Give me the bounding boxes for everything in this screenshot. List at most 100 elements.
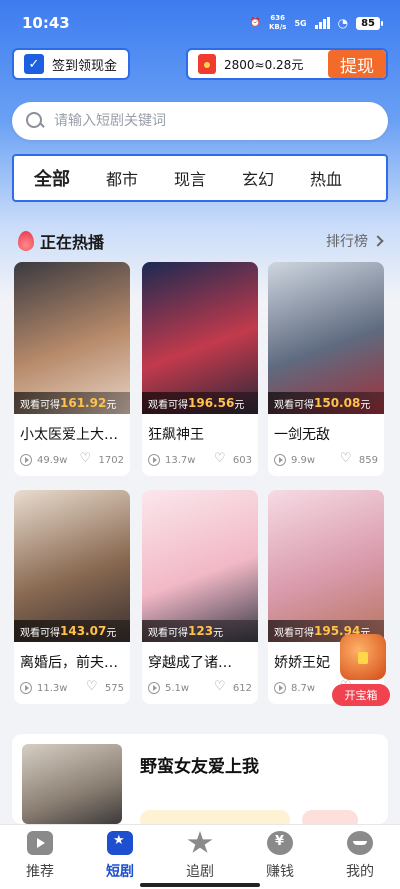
nav-earn[interactable]: 赚钱 — [240, 825, 320, 889]
earn-tag: 观看可得 161.92 元 — [14, 392, 130, 414]
nav-following[interactable]: 追剧 — [160, 825, 240, 889]
play-count-icon — [20, 682, 32, 694]
search-bar[interactable] — [12, 102, 388, 140]
like-icon — [80, 451, 94, 466]
like-count: 603 — [232, 454, 252, 466]
drama-card[interactable]: 观看可得123元 穿越成了诸… 5.1w 612 — [142, 490, 258, 704]
play-count-icon — [148, 682, 160, 694]
like-count: 1702 — [98, 454, 124, 466]
nav-short-drama[interactable]: 短剧 — [80, 825, 160, 889]
star-icon — [187, 831, 213, 853]
drama-card[interactable]: 观看可得150.08元 一剑无敌 9.9w 859 — [268, 262, 384, 476]
top-actions: ✓ 签到领现金 2800≈0.28元 提现 — [12, 48, 388, 80]
status-icons: ⏰ 636 KB/s 5G ◔ 85 — [249, 14, 383, 32]
view-count: 9.9w — [291, 454, 316, 466]
play-count-icon — [20, 454, 32, 466]
bottom-nav: 推荐 短剧 追剧 赚钱 我的 — [0, 824, 400, 889]
profile-icon — [347, 831, 373, 855]
view-count: 11.3w — [37, 682, 68, 694]
category-tabs: 全部 都市 现言 玄幻 热血 — [12, 154, 388, 202]
withdraw-button[interactable]: 提现 — [328, 50, 386, 78]
drama-stats: 9.9w 859 — [268, 444, 384, 466]
drama-card[interactable]: 观看可得143.07元 离婚后，前夫… 11.3w 575 — [14, 490, 130, 704]
earn-tag: 观看可得 196.56 元 — [142, 392, 258, 414]
view-count: 13.7w — [165, 454, 196, 466]
drama-poster: 观看可得 195.94 元 — [268, 490, 384, 642]
treasure-chest-icon — [340, 634, 386, 680]
tab-all[interactable]: 全部 — [34, 165, 70, 191]
checkin-button[interactable]: ✓ 签到领现金 — [12, 48, 130, 80]
featured-drama-card[interactable]: 野蛮女友爱上我 — [12, 734, 388, 824]
wifi-icon: ◔ — [337, 16, 349, 30]
search-input[interactable] — [54, 113, 354, 129]
like-icon — [214, 679, 228, 694]
drama-badge-icon — [107, 831, 133, 855]
view-count: 5.1w — [165, 682, 190, 694]
red-packet-icon — [198, 54, 216, 74]
earn-tag: 观看可得 143.07 元 — [14, 620, 130, 642]
play-count-icon — [274, 454, 286, 466]
tab-urban[interactable]: 都市 — [106, 166, 138, 190]
like-count: 859 — [358, 454, 378, 466]
treasure-chest-button[interactable]: 开宝箱 — [332, 634, 392, 708]
ranking-link[interactable]: 排行榜 — [326, 231, 384, 251]
search-icon — [26, 112, 44, 130]
like-icon — [214, 451, 228, 466]
drama-stats: 49.9w 1702 — [14, 444, 130, 466]
battery-icon: 85 — [356, 16, 383, 30]
featured-tag — [140, 810, 290, 824]
play-count-icon — [148, 454, 160, 466]
drama-title: 狂飙神王 — [148, 427, 204, 443]
like-icon — [86, 679, 100, 694]
drama-title: 穿越成了诸… — [148, 655, 232, 671]
nav-profile[interactable]: 我的 — [320, 825, 400, 889]
like-count: 612 — [232, 682, 252, 694]
earn-tag: 观看可得 150.08 元 — [268, 392, 384, 414]
drama-poster: 观看可得 161.92 元 — [14, 262, 130, 414]
drama-stats: 5.1w 612 — [142, 672, 258, 694]
like-count: 575 — [104, 682, 124, 694]
drama-card[interactable]: 观看可得196.56元 狂飙神王 13.7w 603 — [142, 262, 258, 476]
featured-drama-poster — [22, 744, 122, 824]
drama-poster: 观看可得 123 元 — [142, 490, 258, 642]
featured-tag — [302, 810, 358, 824]
drama-title: 离婚后，前夫… — [20, 655, 118, 671]
view-count: 49.9w — [37, 454, 68, 466]
hot-section-header: 正在热播 排行榜 — [18, 228, 384, 254]
nav-recommend[interactable]: 推荐 — [0, 825, 80, 889]
drama-title: 一剑无敌 — [274, 427, 330, 443]
tab-modern-romance[interactable]: 现言 — [174, 166, 206, 190]
drama-stats: 13.7w 603 — [142, 444, 258, 466]
network-speed: 636 KB/s — [268, 14, 287, 31]
ranking-label: 排行榜 — [326, 234, 368, 250]
like-icon — [340, 451, 354, 466]
status-bar: 10:43 ⏰ 636 KB/s 5G ◔ 85 — [0, 0, 400, 46]
treasure-label: 开宝箱 — [332, 684, 390, 706]
home-indicator — [140, 883, 260, 887]
tv-icon — [27, 831, 53, 855]
flame-icon — [18, 231, 34, 251]
calendar-check-icon: ✓ — [24, 54, 44, 74]
featured-drama-title: 野蛮女友爱上我 — [140, 757, 259, 777]
drama-poster: 观看可得 150.08 元 — [268, 262, 384, 414]
checkin-label: 签到领现金 — [52, 58, 118, 74]
drama-poster: 观看可得 143.07 元 — [14, 490, 130, 642]
coin-balance-text: 2800≈0.28元 — [224, 57, 304, 72]
hot-section-title: 正在热播 — [40, 233, 105, 252]
signal-icon — [314, 17, 330, 29]
drama-stats: 11.3w 575 — [14, 672, 130, 694]
signal-label: 5G — [294, 18, 307, 28]
money-icon — [267, 831, 293, 855]
drama-title: 小太医爱上大… — [20, 427, 118, 443]
play-count-icon — [274, 682, 286, 694]
tab-fantasy[interactable]: 玄幻 — [242, 166, 274, 190]
alarm-icon: ⏰ — [249, 18, 261, 28]
chevron-right-icon — [372, 235, 384, 247]
drama-card[interactable]: 观看可得161.92元 小太医爱上大… 49.9w 1702 — [14, 262, 130, 476]
status-time: 10:43 — [22, 14, 70, 32]
drama-poster: 观看可得 196.56 元 — [142, 262, 258, 414]
coin-balance[interactable]: 2800≈0.28元 提现 — [186, 48, 388, 80]
view-count: 8.7w — [291, 682, 316, 694]
tab-action[interactable]: 热血 — [310, 166, 342, 190]
earn-tag: 观看可得 123 元 — [142, 620, 258, 642]
